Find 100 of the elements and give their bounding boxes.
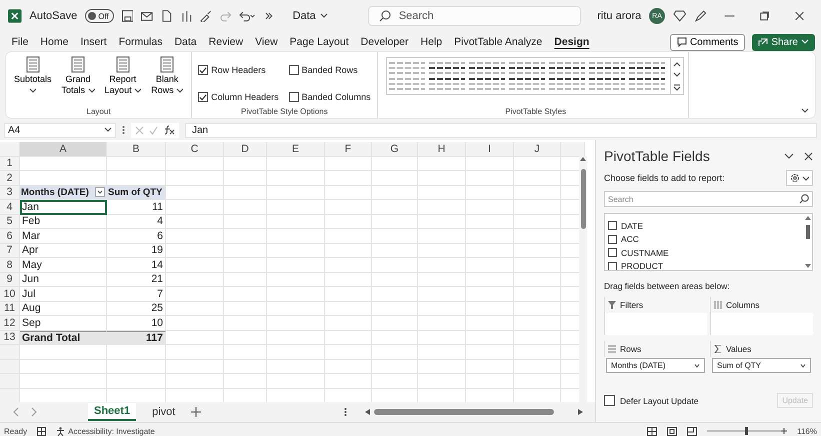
mail-icon[interactable] (141, 10, 153, 22)
area-field-dropdown[interactable]: Months (DATE) (606, 358, 705, 373)
pivot-cell: Apr (20, 244, 107, 258)
scroll-down-icon[interactable] (672, 72, 681, 78)
checkbox[interactable] (608, 262, 617, 270)
menu-tab[interactable]: Review (203, 34, 249, 50)
page-break-icon[interactable] (687, 426, 698, 436)
search-field[interactable]: Search (368, 6, 582, 26)
list-scrollbar[interactable] (805, 216, 811, 268)
share-button[interactable]: Share (752, 34, 815, 50)
empty-cell (325, 186, 372, 200)
checkbox[interactable] (608, 221, 617, 230)
empty-cell (466, 156, 514, 171)
row-number: 5 (0, 214, 20, 229)
normal-view-icon[interactable] (647, 426, 658, 436)
menu-tab[interactable]: View (250, 34, 284, 50)
menu-tab[interactable]: Page Layout (284, 34, 354, 50)
settings-button[interactable] (786, 170, 813, 186)
menu-tab[interactable]: Help (415, 34, 448, 50)
checkbox-label: Banded Rows (302, 65, 358, 76)
caret-icon (694, 364, 700, 368)
drop-area[interactable]: Sum of QTY (710, 357, 813, 379)
row-number: 12 (0, 316, 20, 330)
ribbon-button[interactable]: Blank Rows (149, 55, 186, 107)
zoom-slider-icon[interactable] (707, 427, 788, 435)
search-field[interactable]: Search (604, 191, 813, 207)
ribbon-button[interactable]: Report Layout (102, 55, 144, 107)
collapse-ribbon-icon[interactable] (801, 108, 809, 114)
more-options-icon[interactable] (122, 125, 125, 135)
checkbox[interactable] (604, 395, 615, 406)
empty-cell (466, 200, 514, 214)
page-layout-icon[interactable] (667, 426, 678, 436)
menu-tab[interactable]: Design (548, 34, 595, 50)
empty-cell (418, 229, 466, 244)
pivot-header-cell: Months (DATE) (21, 186, 89, 198)
checkbox[interactable] (198, 92, 208, 102)
empty-cell (372, 156, 418, 171)
excel-logo-icon[interactable] (8, 9, 22, 23)
more-options-icon[interactable] (344, 407, 347, 417)
checkbox[interactable] (198, 65, 208, 76)
caret-icon (801, 39, 809, 45)
checkbox[interactable] (288, 65, 299, 76)
empty-cell (224, 156, 267, 171)
empty-cell (372, 345, 418, 360)
more-icon[interactable] (264, 11, 273, 21)
empty-cell (514, 302, 561, 316)
empty-cell (466, 374, 514, 388)
sheet-tab[interactable]: Sheet1 (88, 403, 136, 421)
add-sheet-icon[interactable] (191, 407, 202, 417)
undo-icon[interactable] (239, 10, 257, 22)
menu-tab[interactable]: Insert (74, 34, 112, 50)
style-gallery[interactable] (386, 57, 684, 95)
document-icon[interactable] (160, 10, 173, 22)
menu-tab[interactable]: Data (168, 34, 202, 50)
pen-icon[interactable] (694, 10, 708, 22)
empty-cell (325, 272, 372, 287)
autosave-toggle[interactable]: Off (85, 9, 114, 23)
checkmark-icon[interactable] (149, 126, 158, 134)
scroll-up-icon[interactable] (672, 60, 681, 67)
formula-field[interactable]: Jan (185, 122, 817, 138)
menu-tab[interactable]: File (6, 34, 34, 50)
drop-area[interactable]: Months (DATE) (604, 357, 707, 379)
vertical-scrollbar[interactable] (579, 156, 587, 402)
comments-button[interactable]: Comments (670, 34, 746, 50)
filter-dropdown-icon[interactable] (95, 187, 105, 198)
name-box[interactable]: A4 (4, 122, 116, 138)
menu-tab[interactable]: Formulas (113, 34, 168, 50)
brush-icon[interactable] (200, 10, 212, 22)
function-icon[interactable] (163, 125, 175, 135)
chart-icon[interactable] (180, 10, 192, 22)
expand-gallery-icon[interactable] (672, 84, 681, 92)
checkbox[interactable] (608, 234, 617, 244)
empty-cell (466, 302, 514, 316)
menu-tab[interactable]: Developer (355, 34, 414, 50)
caret-icon (800, 364, 806, 368)
sheet-tab[interactable]: pivot (146, 404, 182, 420)
ribbon-button[interactable]: Subtotals (12, 55, 54, 107)
ribbon-button[interactable]: Grand Totals (60, 55, 97, 107)
area-field-dropdown[interactable]: Sum of QTY (712, 358, 811, 373)
checkbox[interactable] (288, 92, 299, 102)
macro-icon[interactable] (37, 426, 46, 436)
zoom-level[interactable]: 116% (797, 426, 817, 436)
save-icon[interactable] (122, 10, 134, 22)
next-sheet-icon[interactable] (30, 407, 38, 417)
column-letter: F (325, 142, 372, 156)
checkbox-label: Row Headers (211, 65, 266, 76)
filter-icon (608, 301, 616, 309)
close-icon[interactable] (804, 152, 813, 160)
accessibility-status[interactable]: Accessibility: Investigate (56, 426, 155, 436)
column-letter: D (224, 142, 267, 156)
checkbox[interactable] (608, 248, 617, 258)
menu-tab[interactable]: Home (34, 34, 74, 50)
diamond-icon[interactable] (672, 10, 686, 22)
empty-cell (224, 258, 267, 272)
menu-tab[interactable]: PivotTable Analyze (448, 34, 548, 50)
file-name-dropdown[interactable]: Data (292, 10, 328, 22)
empty-cell (325, 258, 372, 272)
horizontal-scrollbar[interactable] (365, 409, 583, 415)
previous-sheet-icon[interactable] (12, 407, 20, 417)
collapse-icon[interactable] (784, 152, 794, 160)
